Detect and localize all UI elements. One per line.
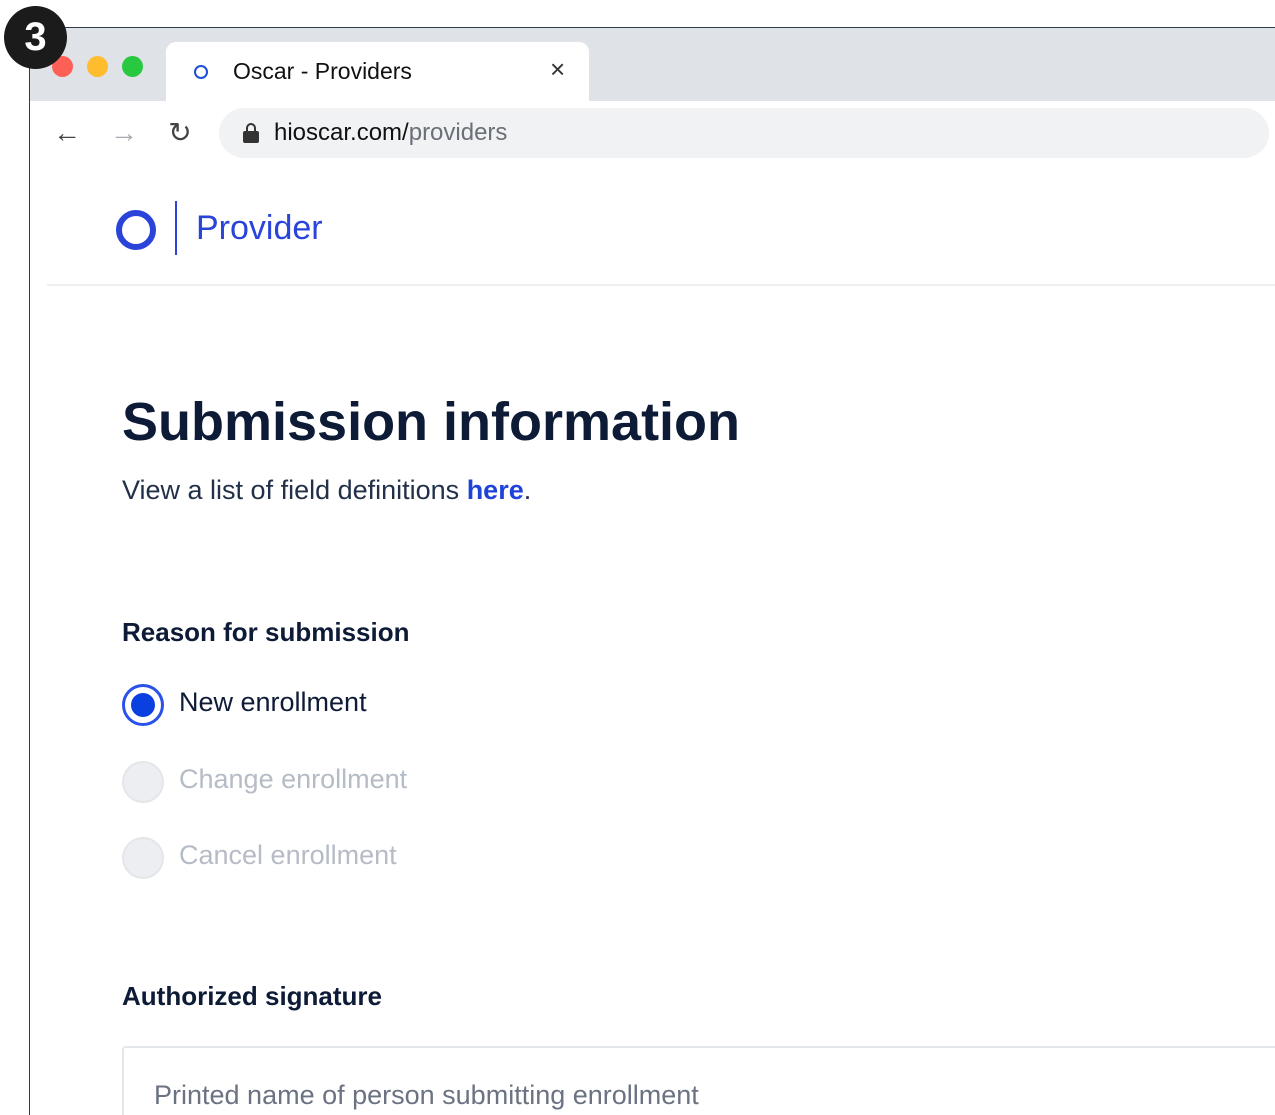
url-path: providers (408, 119, 508, 146)
oscar-favicon-icon (194, 65, 208, 79)
field-definitions-link[interactable]: here (467, 475, 524, 505)
step-number-badge: 3 (4, 6, 67, 69)
browser-toolbar: ← → ↻ hioscar.com/providers (30, 101, 1275, 169)
subtitle-text: View a list of field definitions (122, 475, 467, 505)
signature-field[interactable] (122, 1046, 1275, 1115)
printed-name-input[interactable] (154, 1080, 1254, 1111)
reload-icon[interactable]: ↻ (165, 119, 195, 149)
tab-close-icon[interactable]: × (550, 56, 565, 82)
radio-button-checked[interactable] (122, 684, 164, 726)
radio-label: New enrollment (179, 687, 367, 717)
subtitle-suffix: . (523, 475, 532, 505)
address-bar[interactable]: hioscar.com/providers (219, 108, 1269, 158)
radio-label: Change enrollment (179, 764, 408, 794)
url-text: hioscar.com/providers (274, 119, 507, 147)
browser-tab[interactable]: Oscar - Providers × (166, 42, 589, 102)
tab-strip: Oscar - Providers × (30, 28, 1275, 102)
maximize-window-button[interactable] (122, 56, 143, 77)
logo-text[interactable]: Provider (196, 209, 323, 248)
forward-arrow-icon[interactable]: → (109, 119, 139, 149)
radio-button-unchecked[interactable] (122, 761, 164, 803)
radio-button-unchecked[interactable] (122, 837, 164, 879)
tab-title: Oscar - Providers (233, 58, 412, 84)
lock-icon (243, 123, 259, 143)
back-arrow-icon[interactable]: ← (52, 119, 82, 149)
url-host: hioscar.com/ (274, 119, 409, 146)
page-content: Provider Submission information View a l… (30, 169, 1275, 1115)
page-subtitle: View a list of field definitions here. (122, 475, 531, 506)
signature-section-label: Authorized signature (122, 981, 383, 1011)
browser-window: Oscar - Providers × ← → ↻ hioscar.com/pr… (29, 27, 1275, 1115)
site-header: Provider (47, 169, 1275, 286)
reason-section-label: Reason for submission (122, 617, 410, 647)
minimize-window-button[interactable] (87, 56, 108, 77)
oscar-logo-icon[interactable] (116, 210, 156, 250)
page-title: Submission information (122, 392, 741, 452)
radio-label: Cancel enrollment (179, 840, 397, 870)
logo-divider (175, 201, 177, 255)
